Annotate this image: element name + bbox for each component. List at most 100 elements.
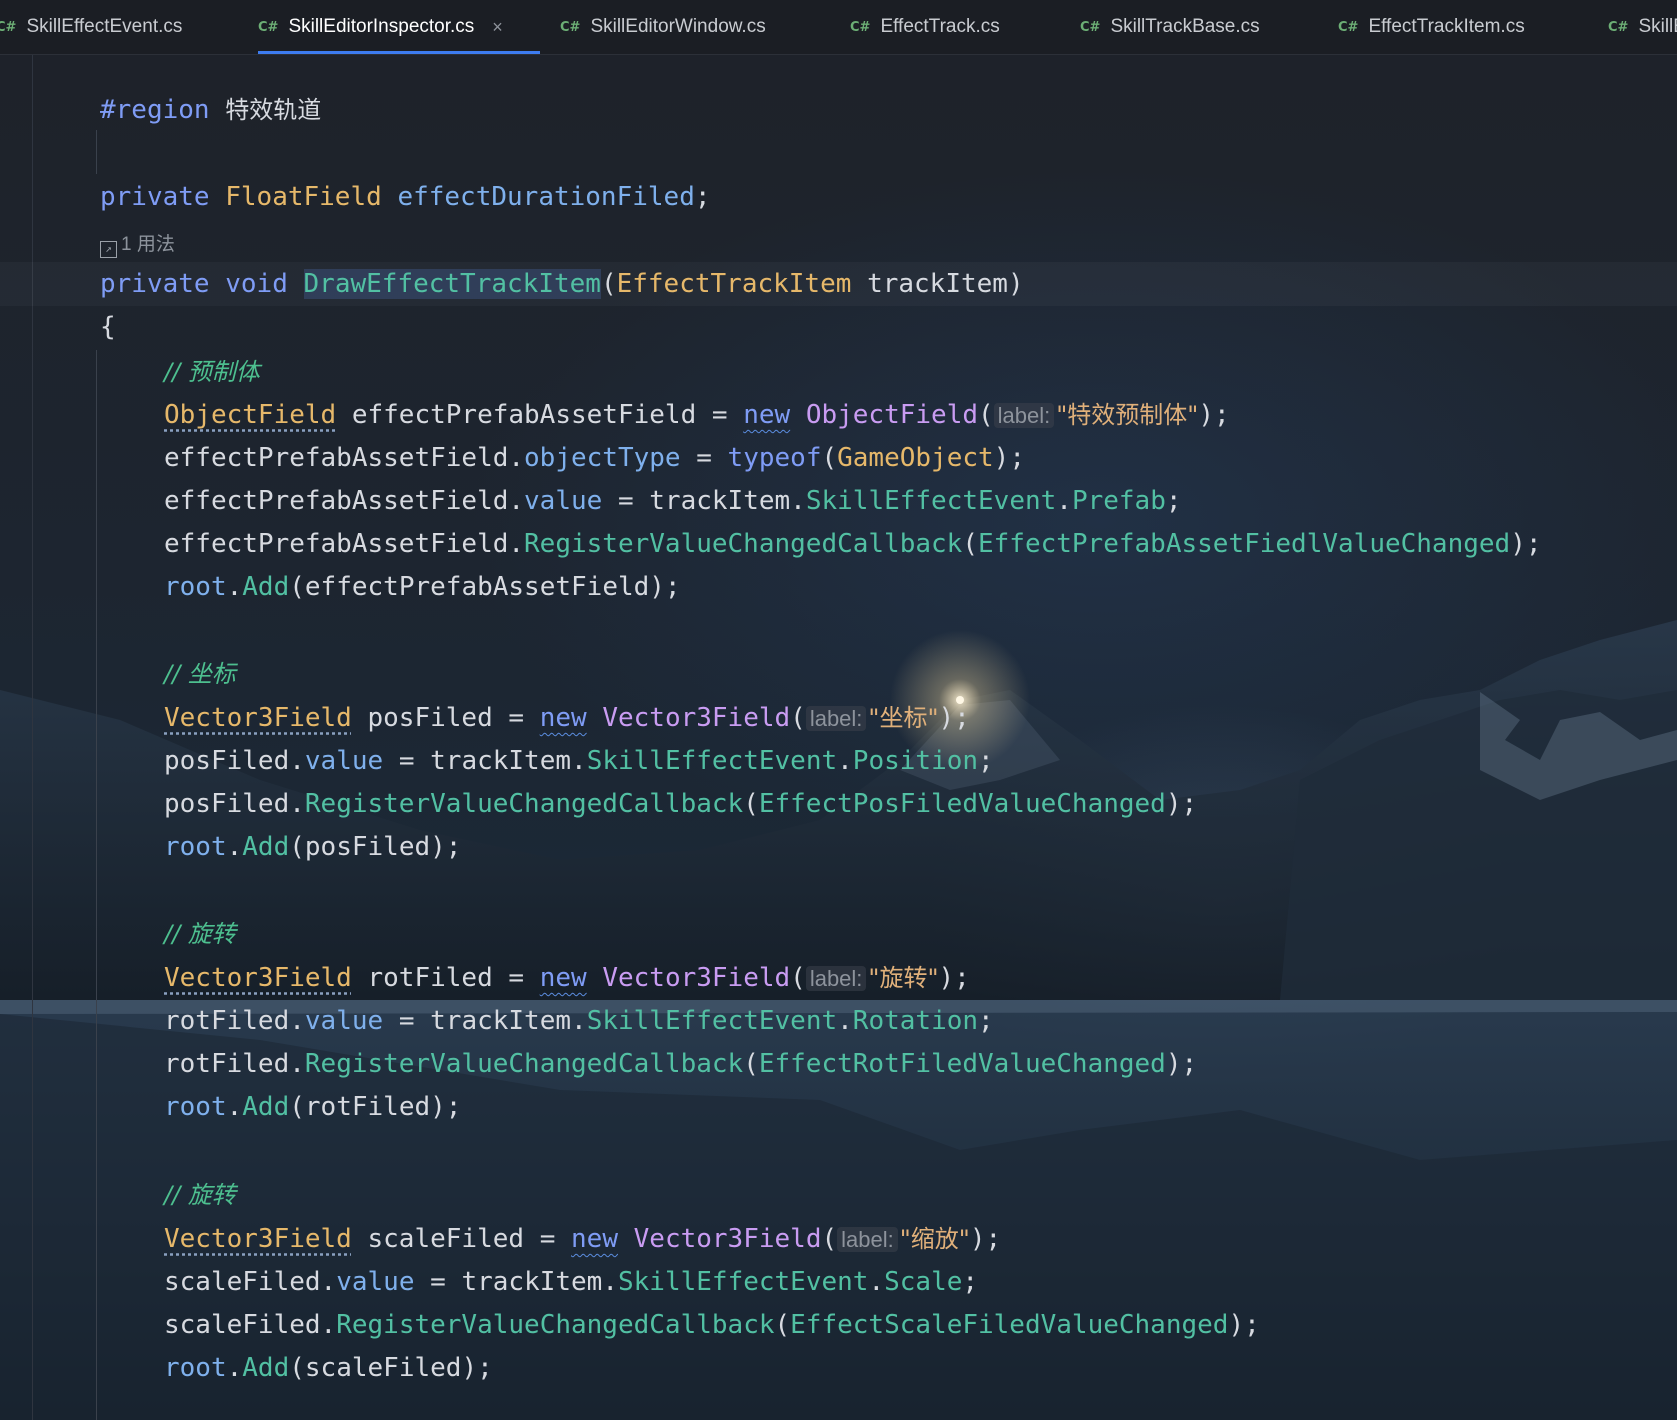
variable-name: root: [164, 1353, 227, 1383]
region-keyword: #region: [100, 95, 210, 125]
code-line: effectPrefabAssetField.value = trackItem…: [164, 486, 1182, 516]
property-name: value: [336, 1267, 415, 1297]
comment-text: // 预制体: [164, 358, 260, 386]
code-comment: // 旋转: [164, 912, 236, 956]
variable-name: trackItem: [649, 486, 791, 516]
property-name: SkillEffectEvent: [586, 746, 838, 776]
method-call: Add: [242, 1353, 290, 1383]
close-tab-icon[interactable]: ×: [492, 17, 503, 38]
variable-name: scaleFiled: [164, 1310, 321, 1340]
method-reference: EffectPosFiledValueChanged: [758, 789, 1166, 819]
parameter-hint: label:: [993, 403, 1055, 428]
csharp-file-icon: C#: [1338, 19, 1359, 35]
property-name: Scale: [884, 1267, 963, 1297]
property-name: Position: [852, 746, 979, 776]
keyword-new: new: [571, 1224, 618, 1254]
variable-name: scaleFiled: [304, 1353, 462, 1383]
comment-text: // 旋转: [164, 1181, 236, 1209]
csharp-file-icon: C#: [1608, 19, 1629, 35]
punctuation: ): [1007, 269, 1024, 299]
property-name: SkillEffectEvent: [805, 486, 1057, 516]
tab-effecttrack[interactable]: C# EffectTrack.cs: [850, 0, 1000, 54]
tab-skille-truncated[interactable]: C# SkillE: [1608, 0, 1677, 54]
constructor-class: ObjectField: [805, 400, 978, 430]
tab-label: SkillEffectEvent.cs: [26, 16, 183, 37]
property-name: value: [524, 486, 603, 516]
code-line: {: [100, 305, 116, 349]
editor-tab-bar: C# SkillEffectEvent.cs C# SkillEditorIns…: [0, 0, 1677, 55]
comment-text: // 坐标: [164, 660, 236, 688]
method-reference: EffectRotFiledValueChanged: [758, 1049, 1166, 1079]
variable-name: rotFiled: [164, 1006, 290, 1036]
method-name[interactable]: DrawEffectTrackItem: [303, 269, 601, 299]
property-name: SkillEffectEvent: [586, 1006, 838, 1036]
csharp-file-icon: C#: [0, 19, 17, 35]
code-line: rotFiled.value = trackItem.SkillEffectEv…: [164, 1006, 994, 1036]
tab-skilleditorinspector[interactable]: C# SkillEditorInspector.cs ×: [258, 0, 540, 54]
csharp-file-icon: C#: [1080, 19, 1101, 35]
variable-name: trackItem: [430, 1006, 572, 1036]
variable-name: root: [164, 832, 227, 862]
punctuation: (: [600, 269, 617, 299]
field-name: effectDurationFiled: [397, 182, 695, 212]
property-name: Prefab: [1071, 486, 1166, 516]
variable-name: effectPrefabAssetField: [164, 443, 509, 473]
type-name: Vector3Field: [164, 703, 352, 733]
parameter-hint: label:: [837, 1227, 898, 1252]
method-call: RegisterValueChangedCallback: [524, 529, 963, 559]
code-line: private void DrawEffectTrackItem(EffectT…: [100, 262, 1024, 306]
tab-skilltrackbase[interactable]: C# SkillTrackBase.cs: [1080, 0, 1260, 54]
csharp-file-icon: C#: [560, 19, 581, 35]
gutter-separator: [32, 54, 33, 1420]
code-line: Vector3Field rotFiled = new Vector3Field…: [164, 963, 970, 993]
variable-name: trackItem: [461, 1267, 603, 1297]
variable-name: posFiled: [304, 832, 431, 862]
keyword-private: private: [100, 269, 210, 299]
active-tab-indicator: [258, 51, 540, 54]
parameter-hint: label:: [805, 966, 867, 991]
property-name: SkillEffectEvent: [618, 1267, 869, 1297]
method-call: RegisterValueChangedCallback: [304, 789, 744, 819]
keyword-private: private: [100, 182, 210, 212]
property-name: value: [304, 746, 384, 776]
tab-label: EffectTrack.cs: [880, 16, 1000, 37]
code-line: ObjectField effectPrefabAssetField = new…: [164, 400, 1230, 430]
type-name: FloatField: [225, 182, 382, 212]
variable-name: rotFiled: [164, 1049, 290, 1079]
variable-name: rotFiled: [304, 1092, 431, 1122]
usages-hint[interactable]: ↗ 1 用法: [100, 220, 175, 264]
tab-label: SkillE: [1638, 16, 1677, 37]
variable-name: scaleFiled: [367, 1224, 525, 1254]
keyword-void: void: [225, 269, 288, 299]
tab-skilleffectevent[interactable]: C# SkillEffectEvent.cs: [0, 0, 182, 54]
code-comment: // 预制体: [164, 350, 260, 394]
method-call: Add: [242, 572, 290, 602]
code-line: effectPrefabAssetField.objectType = type…: [164, 443, 1025, 473]
method-call: RegisterValueChangedCallback: [304, 1049, 744, 1079]
string-literal: "坐标": [868, 704, 939, 732]
keyword-new: new: [539, 703, 587, 733]
type-name: ObjectField: [164, 400, 337, 430]
tab-skilleditorwindow[interactable]: C# SkillEditorWindow.cs: [560, 0, 766, 54]
region-name: 特效轨道: [225, 96, 322, 124]
comment-text: // 旋转: [164, 920, 236, 948]
method-call: Add: [242, 1092, 290, 1122]
tab-effecttrackitem[interactable]: C# EffectTrackItem.cs: [1338, 0, 1525, 54]
tab-label: SkillTrackBase.cs: [1110, 16, 1260, 37]
parameter-hint: label:: [805, 706, 867, 731]
tab-label: SkillEditorWindow.cs: [590, 16, 766, 37]
variable-name: effectPrefabAssetField: [164, 486, 509, 516]
code-line: Vector3Field posFiled = new Vector3Field…: [164, 703, 970, 733]
variable-name: trackItem: [430, 746, 572, 776]
keyword-typeof: typeof: [727, 443, 822, 473]
code-line: posFiled.value = trackItem.SkillEffectEv…: [164, 746, 994, 776]
constructor-class: Vector3Field: [633, 1224, 822, 1254]
code-editor[interactable]: C# SkillEffectEvent.cs C# SkillEditorIns…: [0, 0, 1677, 1420]
csharp-file-icon: C#: [258, 19, 279, 35]
tab-label: EffectTrackItem.cs: [1368, 16, 1525, 37]
code-comment: // 旋转: [164, 1173, 236, 1217]
indent-guide: [96, 130, 97, 174]
code-line: #region 特效轨道: [100, 88, 321, 132]
variable-name: posFiled: [367, 703, 493, 733]
variable-name: root: [164, 1092, 227, 1122]
